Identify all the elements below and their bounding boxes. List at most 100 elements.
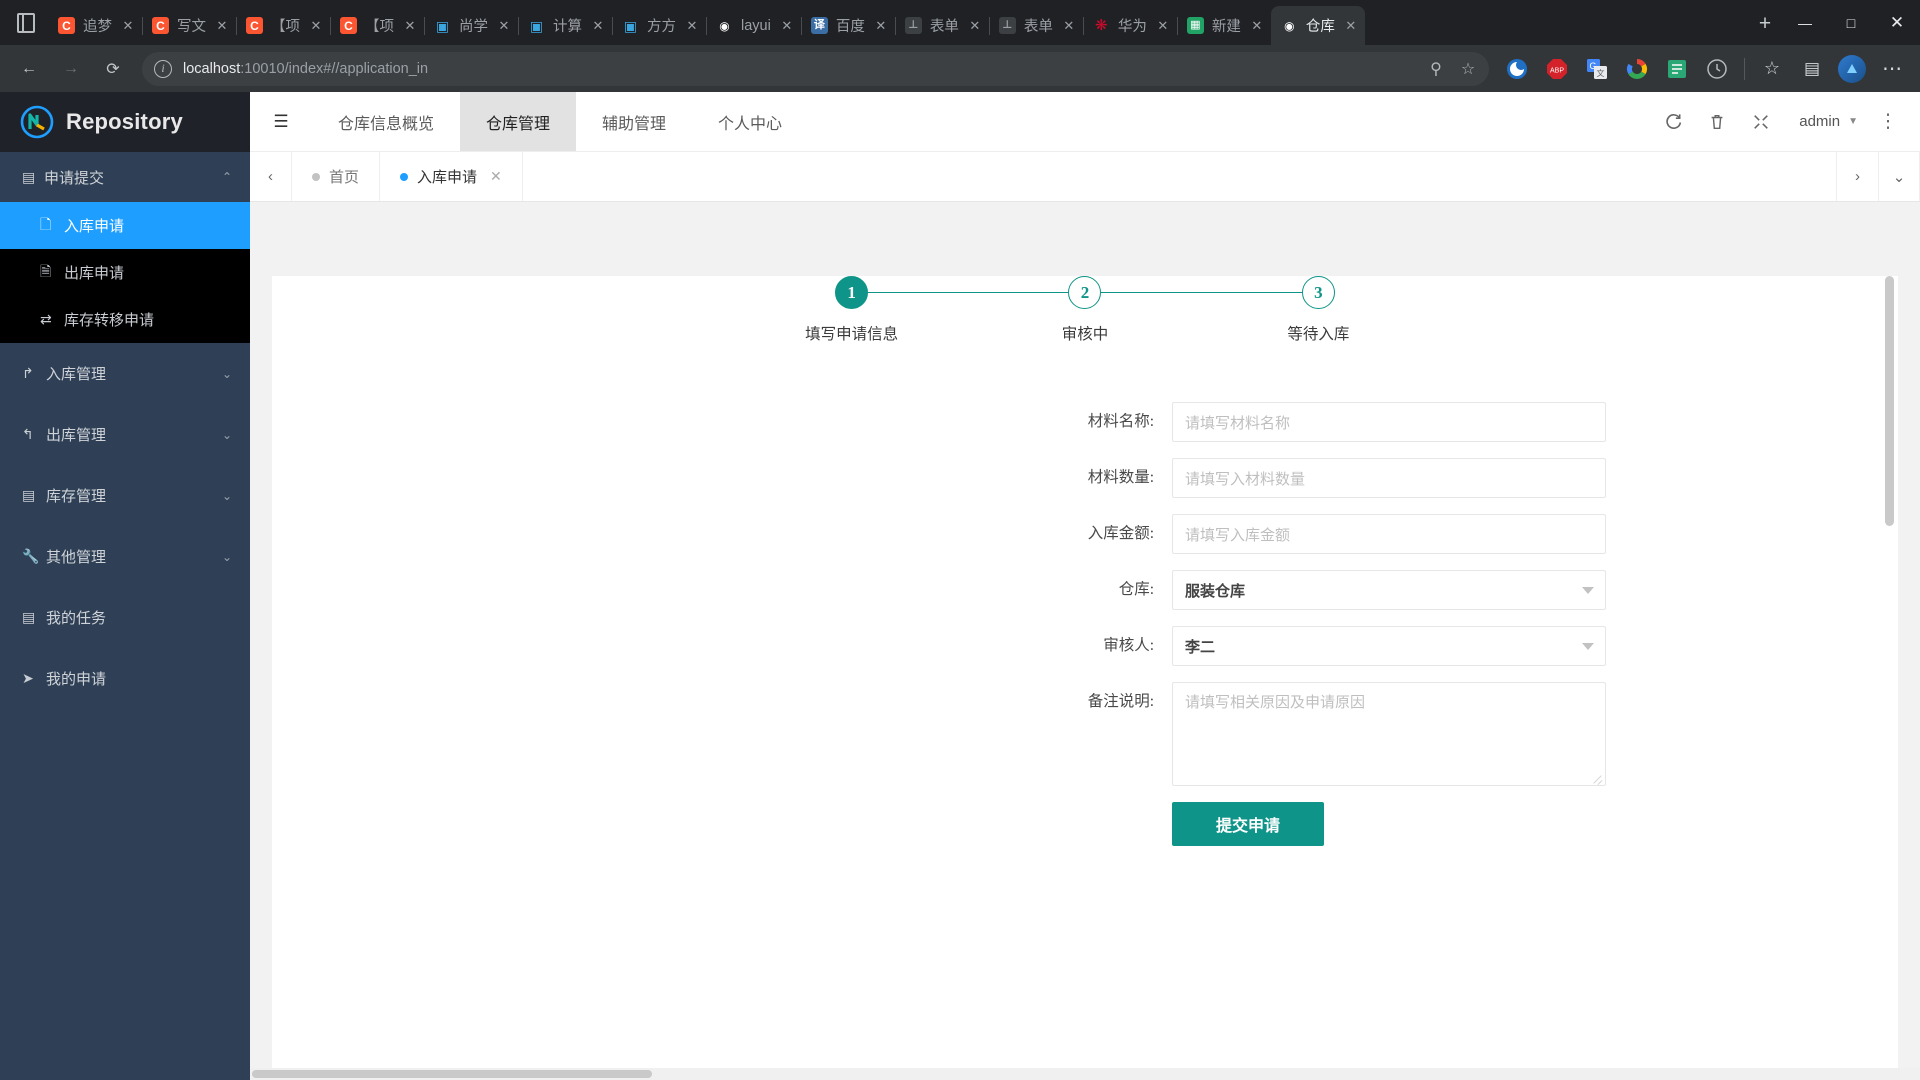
close-tab-icon[interactable]: ✕ xyxy=(402,18,418,34)
address-bar[interactable]: i localhost:10010/index#//application_in… xyxy=(142,51,1489,86)
sidebar-item-我的申请[interactable]: ➤ 我的申请 xyxy=(0,648,250,709)
password-key-icon[interactable]: ⚲ xyxy=(1421,54,1451,84)
browser-tab[interactable]: ◉ layui ✕ xyxy=(706,6,801,45)
fullscreen-icon[interactable] xyxy=(1739,92,1783,152)
sidebar-item-出库申请[interactable]: 🗎 出库申请 xyxy=(0,249,250,296)
tab-list-icon[interactable] xyxy=(4,0,48,45)
spreadsheet-icon: ▦ xyxy=(1186,17,1204,34)
collections-button[interactable]: ▤ xyxy=(1795,52,1829,86)
close-tab-icon[interactable]: ✕ xyxy=(214,18,230,34)
new-tab-button[interactable]: + xyxy=(1748,7,1782,41)
clock-extension-icon[interactable] xyxy=(1700,52,1734,86)
top-nav-item-辅助管理[interactable]: 辅助管理 xyxy=(576,92,692,151)
close-tab-icon[interactable]: ✕ xyxy=(1155,18,1171,34)
top-nav-item-仓库管理[interactable]: 仓库管理 xyxy=(460,92,577,151)
top-nav-item-仓库信息概览[interactable]: 仓库信息概览 xyxy=(312,92,460,151)
sidebar-group-申请提交[interactable]: ▤ 申请提交 ⌃ xyxy=(0,152,250,202)
browser-tab[interactable]: C 【项 ✕ xyxy=(330,6,424,45)
google-icon[interactable] xyxy=(1620,52,1654,86)
add-favorite-icon[interactable]: ☆ xyxy=(1453,54,1483,84)
content-scrollbar[interactable] xyxy=(1885,276,1894,1080)
sidebar-item-其他管理[interactable]: 🔧 其他管理 ⌄ xyxy=(0,526,250,587)
close-tab-icon[interactable]: ✕ xyxy=(684,18,700,34)
browser-tab[interactable]: ❋ 华为 ✕ xyxy=(1082,6,1177,45)
app-logo-text: Repository xyxy=(66,109,183,134)
warehouse-select[interactable]: 服装仓库 xyxy=(1172,570,1606,610)
close-tab-icon[interactable]: ✕ xyxy=(779,18,795,34)
collections-extension-icon[interactable] xyxy=(1500,52,1534,86)
close-tab-icon[interactable]: ✕ xyxy=(496,18,512,34)
scrollbar-thumb[interactable] xyxy=(1885,276,1894,526)
adblock-plus-icon[interactable]: ABP xyxy=(1540,52,1574,86)
browser-settings-button[interactable]: ⋯ xyxy=(1875,52,1909,86)
close-tab-icon[interactable]: ✕ xyxy=(120,18,136,34)
site-info-icon[interactable]: i xyxy=(154,59,172,78)
reload-button[interactable]: ⟳ xyxy=(95,51,131,87)
sidebar: Repository ▤ 申请提交 ⌃ 🗋 入库申请 🗎 出库申请 ⇄ 库存转移申请 ↱ 入库管理 ⌄… xyxy=(0,92,250,1080)
step-connector xyxy=(1084,292,1319,294)
browser-tab[interactable]: C 追梦 ✕ xyxy=(48,6,142,45)
form-row-material-name: 材料名称: 请填写材料名称 xyxy=(272,402,1898,442)
close-tab-icon[interactable]: ✕ xyxy=(1249,18,1265,34)
user-name: admin xyxy=(1799,113,1841,130)
browser-tab[interactable]: ▣ 尚学 ✕ xyxy=(424,6,518,45)
user-menu[interactable]: admin ▼ xyxy=(1783,113,1866,130)
forward-button[interactable]: → xyxy=(53,51,89,87)
sidebar-item-入库管理[interactable]: ↱ 入库管理 ⌄ xyxy=(0,343,250,404)
resize-grip-icon[interactable] xyxy=(1591,771,1603,783)
close-tab-icon[interactable]: ✕ xyxy=(1061,18,1077,34)
main-column: ☰ 仓库信息概览 仓库管理 辅助管理 个人中心 admin ▼ ⋮ ‹ 首页 入… xyxy=(250,92,1920,1080)
browser-tab-title: 计算 xyxy=(553,19,582,35)
browser-tab[interactable]: ▣ 计算 ✕ xyxy=(518,6,612,45)
horizontal-scrollbar-thumb[interactable] xyxy=(252,1070,652,1078)
sidebar-item-我的任务[interactable]: ▤ 我的任务 xyxy=(0,587,250,648)
browser-tab[interactable]: ▣ 方方 ✕ xyxy=(612,6,706,45)
browser-tab-title: 表单 xyxy=(929,19,959,35)
close-tab-icon[interactable]: ✕ xyxy=(967,18,983,34)
trash-icon[interactable] xyxy=(1695,92,1739,152)
profile-avatar[interactable] xyxy=(1835,52,1869,86)
reviewer-select[interactable]: 李二 xyxy=(1172,626,1606,666)
close-tab-icon[interactable]: ✕ xyxy=(873,18,889,34)
tabs-dropdown-button[interactable]: ⌄ xyxy=(1878,152,1920,201)
inbound-amount-input[interactable]: 请填写入库金额 xyxy=(1172,514,1606,554)
remark-textarea[interactable]: 请填写相关原因及申请原因 xyxy=(1172,682,1606,786)
close-tab-icon[interactable]: ✕ xyxy=(590,18,606,34)
favorites-button[interactable]: ☆ xyxy=(1755,52,1789,86)
browser-tab[interactable]: ⊥ 表单 ✕ xyxy=(894,6,989,45)
horizontal-scrollbar[interactable] xyxy=(250,1068,1920,1080)
browser-tab-title: 方方 xyxy=(647,19,676,35)
submit-application-button[interactable]: 提交申请 xyxy=(1172,802,1324,846)
maximize-button[interactable]: □ xyxy=(1828,0,1874,45)
top-nav-label: 辅助管理 xyxy=(602,115,667,133)
browser-tab[interactable]: ⊥ 表单 ✕ xyxy=(988,6,1083,45)
close-app-tab-icon[interactable]: ✕ xyxy=(490,168,502,185)
material-qty-input[interactable]: 请填写入材料数量 xyxy=(1172,458,1606,498)
sidebar-toggle-icon[interactable]: ☰ xyxy=(250,92,312,151)
browser-tab[interactable]: C 写文 ✕ xyxy=(142,6,236,45)
minimize-button[interactable]: — xyxy=(1782,0,1828,45)
browser-tab[interactable]: ▦ 新建 ✕ xyxy=(1176,6,1271,45)
back-button[interactable]: ← xyxy=(11,51,47,87)
close-tab-icon[interactable]: ✕ xyxy=(1343,18,1359,34)
sidebar-item-库存管理[interactable]: ▤ 库存管理 ⌄ xyxy=(0,465,250,526)
material-name-input[interactable]: 请填写材料名称 xyxy=(1172,402,1606,442)
refresh-icon[interactable] xyxy=(1651,92,1695,152)
app-logo[interactable]: Repository xyxy=(0,92,250,152)
close-window-button[interactable]: ✕ xyxy=(1874,0,1920,45)
browser-tab[interactable]: C 【项 ✕ xyxy=(236,6,330,45)
close-tab-icon[interactable]: ✕ xyxy=(308,18,324,34)
tabs-scroll-left-button[interactable]: ‹ xyxy=(250,152,292,201)
more-options-icon[interactable]: ⋮ xyxy=(1866,92,1910,152)
sidebar-item-库存转移申请[interactable]: ⇄ 库存转移申请 xyxy=(0,296,250,343)
sidebar-item-入库申请[interactable]: 🗋 入库申请 xyxy=(0,202,250,249)
browser-tab[interactable]: ◉ 仓库 ✕ xyxy=(1270,6,1365,45)
screenshot-extension-icon[interactable] xyxy=(1660,52,1694,86)
tabs-scroll-right-button[interactable]: › xyxy=(1836,152,1878,201)
sidebar-item-出库管理[interactable]: ↰ 出库管理 ⌄ xyxy=(0,404,250,465)
top-nav-item-个人中心[interactable]: 个人中心 xyxy=(692,92,808,151)
app-tab-入库申请[interactable]: 入库申请 ✕ xyxy=(380,152,523,201)
browser-tab[interactable]: 译百度 ✕ xyxy=(800,6,895,45)
google-translate-icon[interactable]: G文 xyxy=(1580,52,1614,86)
app-tab-首页[interactable]: 首页 xyxy=(292,152,381,201)
